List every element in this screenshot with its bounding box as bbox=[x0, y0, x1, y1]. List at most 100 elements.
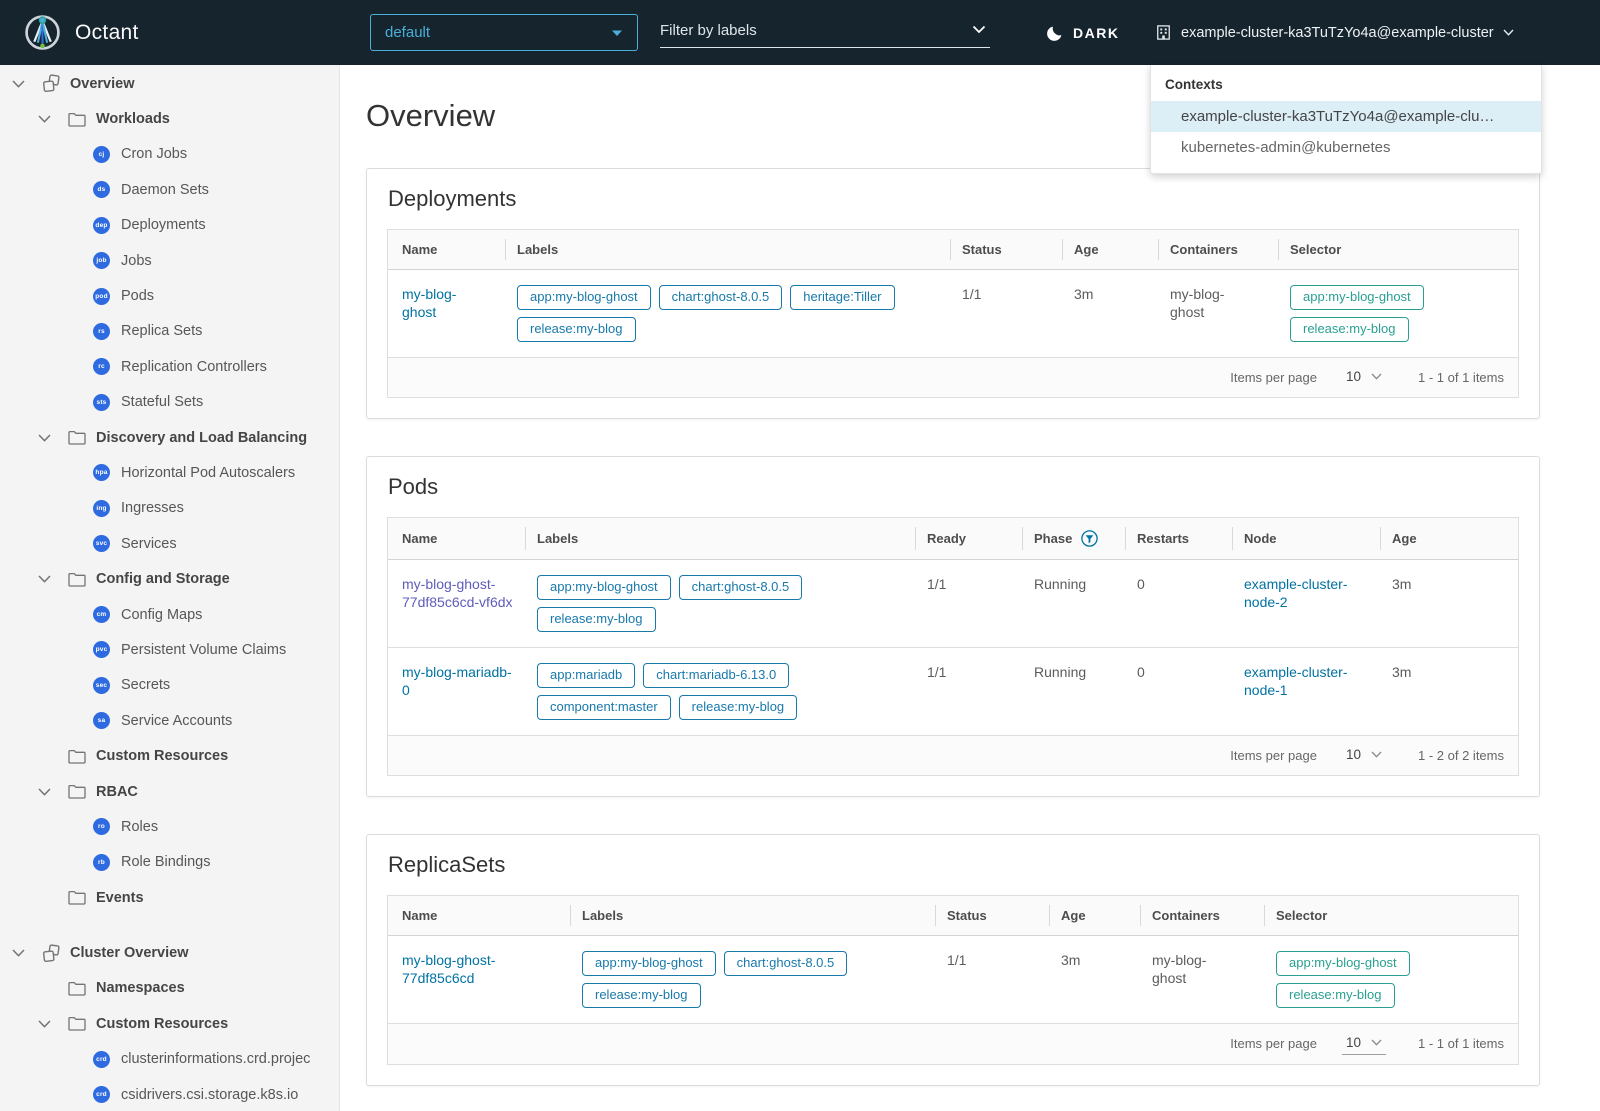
sidebar-item-secrets[interactable]: sec Secrets bbox=[0, 668, 339, 703]
restarts-value: 0 bbox=[1137, 575, 1145, 592]
column-header-name: Name bbox=[388, 517, 525, 560]
table-row: my-blog-mariadb-0 app:mariadb chart:mari… bbox=[388, 646, 1518, 735]
label-pill: release:my-blog bbox=[582, 982, 701, 1008]
pod-name-link[interactable]: my-blog-mariadb-0 bbox=[402, 663, 513, 699]
sidebar-item-jobs[interactable]: job Jobs bbox=[0, 243, 339, 278]
sidebar-item-replication-controllers[interactable]: rc Replication Controllers bbox=[0, 349, 339, 384]
sidebar-item-namespaces[interactable]: Namespaces bbox=[0, 971, 339, 1006]
theme-toggle[interactable]: DARK bbox=[1046, 0, 1119, 65]
pagination-range: 1 - 1 of 1 items bbox=[1418, 369, 1504, 385]
sidebar-item-label: Custom Resources bbox=[96, 748, 229, 765]
page-size-select[interactable]: 10 bbox=[1342, 745, 1386, 766]
sidebar-nav: Overview Workloads cj Cron Jobs ds Daemo… bbox=[0, 65, 340, 1111]
sidebar-item-cron-jobs[interactable]: cj Cron Jobs bbox=[0, 137, 339, 172]
sidebar-item-events[interactable]: Events bbox=[0, 880, 339, 915]
sidebar-item-services[interactable]: svc Services bbox=[0, 526, 339, 561]
selector-pill: release:my-blog bbox=[1290, 316, 1409, 342]
sidebar-item-daemon-sets[interactable]: ds Daemon Sets bbox=[0, 172, 339, 207]
context-selector[interactable]: example-cluster-ka3TuTzYo4a@example-clus… bbox=[1155, 0, 1514, 65]
sidebar-item-label: Config and Storage bbox=[96, 571, 230, 588]
deployment-icon: dep bbox=[93, 216, 110, 234]
chevron-down-icon[interactable] bbox=[36, 787, 52, 796]
sidebar-item-rbac[interactable]: RBAC bbox=[0, 774, 339, 809]
sidebar-item-label: Config Maps bbox=[121, 606, 203, 623]
label-pill: chart:ghost-8.0.5 bbox=[678, 574, 803, 600]
node-link[interactable]: example-cluster-node-1 bbox=[1244, 663, 1368, 699]
column-header-age: Age bbox=[1380, 517, 1518, 560]
chevron-down-icon[interactable] bbox=[36, 575, 52, 583]
objects-icon bbox=[42, 74, 61, 93]
node-link[interactable]: example-cluster-node-2 bbox=[1244, 575, 1368, 611]
chevron-down-icon[interactable] bbox=[36, 1020, 52, 1028]
sidebar-item-label: RBAC bbox=[96, 783, 138, 800]
filter-icon[interactable] bbox=[1081, 530, 1099, 547]
sidebar-item-replica-sets[interactable]: rs Replica Sets bbox=[0, 314, 339, 349]
pagination-footer: Items per page 10 1 - 1 of 1 items bbox=[388, 356, 1518, 397]
deployment-name-link[interactable]: my-blog-ghost bbox=[402, 285, 488, 321]
status-value: 1/1 bbox=[962, 286, 982, 302]
page-size-select[interactable]: 10 bbox=[1342, 367, 1386, 388]
namespace-select[interactable]: default bbox=[370, 14, 638, 51]
label-pill: app:my-blog-ghost bbox=[582, 950, 716, 976]
column-header-restarts: Restarts bbox=[1125, 517, 1232, 560]
sidebar-item-stateful-sets[interactable]: sts Stateful Sets bbox=[0, 385, 339, 420]
pod-name-link[interactable]: my-blog-ghost-77df85c6cd-vf6dx bbox=[402, 575, 513, 611]
chevron-down-icon[interactable] bbox=[10, 80, 26, 88]
items-per-page-label: Items per page bbox=[1230, 369, 1317, 385]
sidebar-item-config-maps[interactable]: cm Config Maps bbox=[0, 597, 339, 632]
sidebar-item-deployments[interactable]: dep Deployments bbox=[0, 208, 339, 243]
sidebar-item-label: clusterinformations.crd.projec bbox=[121, 1051, 311, 1068]
sidebar-item-persistent-volume-claims[interactable]: pvc Persistent Volume Claims bbox=[0, 632, 339, 667]
context-menu-item-kubernetes-admin[interactable]: kubernetes-admin@kubernetes bbox=[1151, 132, 1541, 163]
crd-icon: crd bbox=[93, 1050, 110, 1068]
sidebar-item-ingresses[interactable]: ing Ingresses bbox=[0, 491, 339, 526]
context-selector-label: example-cluster-ka3TuTzYo4a@example-clus… bbox=[1181, 24, 1494, 41]
sidebar-item-custom-resources[interactable]: Custom Resources bbox=[0, 738, 339, 773]
sidebar-item-overview[interactable]: Overview bbox=[0, 66, 339, 101]
column-header-phase: Phase bbox=[1022, 517, 1125, 560]
chevron-down-icon[interactable] bbox=[10, 949, 26, 957]
label-pill: chart:mariadb-6.13.0 bbox=[643, 662, 790, 688]
chevron-down-icon[interactable] bbox=[972, 25, 986, 34]
pods-card-title: Pods bbox=[388, 473, 439, 499]
sidebar-item-cluster-overview[interactable]: Cluster Overview bbox=[0, 935, 339, 970]
replicasets-table: Name Labels Status Age Containers Select… bbox=[387, 894, 1519, 1065]
sidebar-item-config-and-storage[interactable]: Config and Storage bbox=[0, 561, 339, 596]
sidebar-item-clusterinformations[interactable]: crd clusterinformations.crd.projec bbox=[0, 1042, 339, 1077]
phase-value: Running bbox=[1034, 575, 1087, 592]
sidebar-item-role-bindings[interactable]: rb Role Bindings bbox=[0, 845, 339, 880]
table-row: my-blog-ghost-77df85c6cd-vf6dx app:my-bl… bbox=[388, 559, 1518, 647]
sidebar-item-label: Cron Jobs bbox=[121, 146, 188, 163]
table-row: my-blog-ghost app:my-blog-ghost chart:gh… bbox=[388, 270, 1518, 357]
sidebar-item-horizontal-pod-autoscalers[interactable]: hpa Horizontal Pod Autoscalers bbox=[0, 455, 339, 490]
page-size-select[interactable]: 10 bbox=[1341, 1033, 1387, 1055]
rolebinding-icon: rb bbox=[93, 853, 110, 871]
top-navbar: Octant default DARK exampl bbox=[0, 0, 1600, 65]
sidebar-item-workloads[interactable]: Workloads bbox=[0, 101, 339, 136]
chevron-down-icon bbox=[1371, 373, 1382, 380]
age-value: 3m bbox=[1392, 575, 1412, 592]
sidebar-item-csidrivers[interactable]: crd csidrivers.csi.storage.k8s.io bbox=[0, 1077, 339, 1111]
chevron-down-icon[interactable] bbox=[36, 434, 52, 442]
replicasets-card-title: ReplicaSets bbox=[388, 851, 506, 877]
label-filter bbox=[660, 16, 990, 48]
chevron-down-icon bbox=[1371, 1039, 1382, 1046]
label-pill: release:my-blog bbox=[517, 316, 636, 342]
chevron-down-icon bbox=[1371, 751, 1382, 758]
sidebar-item-pods[interactable]: pod Pods bbox=[0, 278, 339, 313]
sidebar-item-service-accounts[interactable]: sa Service Accounts bbox=[0, 703, 339, 738]
sidebar-item-cluster-custom-resources[interactable]: Custom Resources bbox=[0, 1006, 339, 1041]
replicaset-name-link[interactable]: my-blog-ghost-77df85c6cd bbox=[402, 951, 558, 987]
app-title: Octant bbox=[75, 20, 139, 44]
hpa-icon: hpa bbox=[93, 464, 110, 482]
context-menu-item-example-cluster[interactable]: example-cluster-ka3TuTzYo4a@example-clu… bbox=[1151, 101, 1541, 132]
sidebar-item-roles[interactable]: ro Roles bbox=[0, 809, 339, 844]
label-pill: app:my-blog-ghost bbox=[517, 285, 651, 310]
pagination-range: 1 - 2 of 2 items bbox=[1418, 747, 1504, 763]
label-filter-input[interactable] bbox=[660, 16, 955, 44]
age-value: 3m bbox=[1061, 951, 1081, 968]
folder-icon bbox=[68, 981, 86, 996]
sidebar-item-discovery-and-load-balancing[interactable]: Discovery and Load Balancing bbox=[0, 420, 339, 455]
chevron-down-icon[interactable] bbox=[36, 115, 52, 123]
restarts-value: 0 bbox=[1125, 646, 1232, 735]
